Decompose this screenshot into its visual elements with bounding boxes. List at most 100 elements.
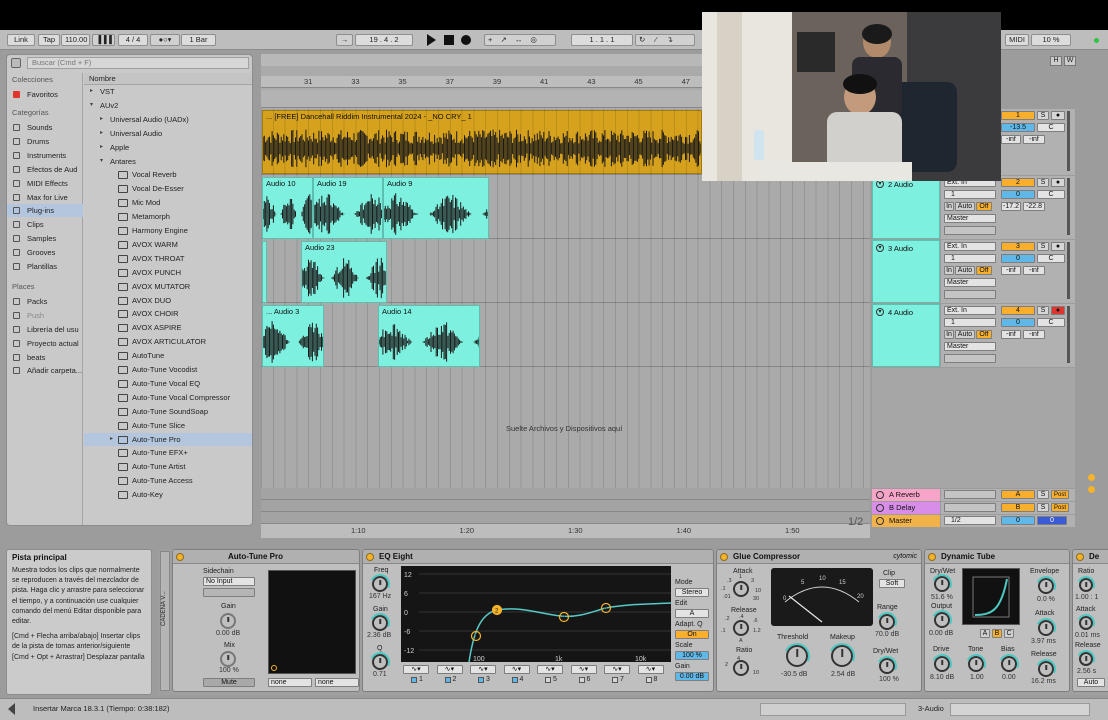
place-item[interactable]: Librería del usu [7, 323, 83, 336]
category-item[interactable]: MIDI Effects [7, 177, 83, 190]
volume-field[interactable]: 0 [1001, 190, 1035, 199]
band-filter-select[interactable]: ∿▾ [537, 665, 563, 674]
device-power-icon[interactable] [928, 553, 936, 561]
return-lane-a[interactable] [261, 488, 870, 500]
drive-knob[interactable] [934, 656, 950, 672]
eq-eight-device[interactable]: EQ Eight Freq 167 Hz Gain 2.36 dB Q 0.71… [362, 549, 714, 692]
browser-item[interactable]: AVOX THROAT [84, 252, 252, 266]
place-item[interactable]: Proyecto actual [7, 337, 83, 350]
browser-item[interactable]: ▸ Universal Audio [84, 127, 252, 141]
output-sub-select[interactable] [944, 226, 996, 235]
place-item[interactable]: Añadir carpeta... [7, 364, 83, 377]
track-header[interactable]: ▾ 3 Audio [872, 240, 940, 303]
audio-clip[interactable]: Audio 14 [378, 305, 480, 367]
expand-arrow-icon[interactable]: ▸ [90, 85, 93, 98]
browser-item[interactable]: Auto-Tune Vocal Compressor [84, 391, 252, 405]
pan-field[interactable]: C [1037, 190, 1065, 199]
sidechain-input-select[interactable]: No Input [203, 577, 255, 586]
next-release-knob[interactable] [1079, 652, 1093, 666]
expand-arrow-icon[interactable]: ▾ [100, 155, 103, 168]
place-item[interactable]: beats [7, 351, 83, 364]
dynamic-tube-device[interactable]: Dynamic Tube Dry/Wet 51.6 % Output 0.00 … [924, 549, 1070, 692]
output-sub-select[interactable] [944, 290, 996, 299]
return-activator-button[interactable]: B [1001, 503, 1035, 512]
return-solo-button[interactable]: S [1037, 490, 1049, 499]
tube-attack-knob[interactable] [1038, 620, 1054, 636]
volume-field[interactable]: 0 [1001, 318, 1035, 327]
monitor-in-button[interactable]: In [944, 202, 954, 211]
solo-button[interactable]: S [1037, 111, 1049, 120]
browser-item[interactable]: ▾ Antares [84, 155, 252, 169]
mix-knob[interactable] [220, 651, 236, 667]
browser-item[interactable]: Mic Mod [84, 196, 252, 210]
nudge-icon[interactable]: ▐▐▐ [92, 34, 115, 46]
browser-item[interactable]: Auto-Tune Slice [84, 419, 252, 433]
input-channel-select[interactable]: 1 [944, 190, 996, 199]
expand-arrow-icon[interactable]: ▸ [110, 433, 113, 446]
volume-field[interactable]: -13.5 [1001, 123, 1035, 132]
browser-toggle-icon[interactable] [11, 58, 21, 68]
monitor-in-button[interactable]: In [944, 330, 954, 339]
search-input[interactable]: Buscar (Cmd + F) [27, 57, 249, 69]
monitor-off-button[interactable]: Off [976, 202, 992, 211]
pan-field[interactable]: C [1037, 123, 1065, 132]
browser-item[interactable]: AVOX PUNCH [84, 266, 252, 280]
output-select[interactable]: Master [944, 342, 996, 351]
category-item[interactable]: Grooves [7, 246, 83, 259]
return-track-header[interactable]: B Delay [872, 502, 940, 514]
return-fold-icon[interactable] [876, 517, 884, 525]
expand-arrow-icon[interactable]: ▸ [100, 141, 103, 154]
category-item[interactable]: Plantillas [7, 260, 83, 273]
audio-clip-fragment[interactable] [262, 241, 267, 303]
band-toggle[interactable] [444, 677, 451, 683]
tube-release-knob[interactable] [1038, 661, 1054, 677]
favorites-item[interactable]: Favoritos [7, 88, 83, 101]
master-volume-field[interactable]: 0 [1001, 516, 1035, 525]
browser-item[interactable]: Auto-Tune Vocodist [84, 363, 252, 377]
return-activator-button[interactable]: A [1001, 490, 1035, 499]
threshold-knob[interactable] [786, 645, 808, 667]
return-track-header[interactable]: Master [872, 515, 940, 527]
gain-knob[interactable] [220, 613, 236, 629]
monitor-auto-button[interactable]: Auto [955, 202, 975, 211]
return-post-button[interactable]: Post [1051, 490, 1069, 499]
expand-arrow-icon[interactable]: ▸ [100, 113, 103, 126]
master-lane[interactable] [261, 512, 870, 524]
freq-knob[interactable] [372, 576, 388, 592]
output-sub-select[interactable] [944, 354, 996, 363]
category-item[interactable]: Sounds [7, 121, 83, 134]
next-ratio-knob[interactable] [1079, 578, 1093, 592]
loop-icons[interactable]: ↻ ⁄ ↴ [635, 34, 695, 46]
pan-field[interactable]: C [1037, 254, 1065, 263]
autotune-select-1[interactable]: none [268, 678, 312, 687]
category-item[interactable]: Max for Live [7, 191, 83, 204]
audio-clip[interactable]: Audio 10 [262, 177, 313, 239]
track-activator-button[interactable]: 4 [1001, 306, 1035, 315]
arm-button[interactable]: ● [1051, 306, 1065, 315]
browser-item[interactable]: AutoTune [84, 349, 252, 363]
metronome-icon[interactable]: ●○▾ [150, 34, 180, 46]
browser-item[interactable]: ▸ VST [84, 85, 252, 99]
band-toggle[interactable] [411, 677, 417, 683]
soft-clip-toggle[interactable]: Soft [879, 579, 905, 588]
sidechain-empty-select[interactable] [203, 588, 255, 597]
browser-item[interactable]: ▸ Apple [84, 141, 252, 155]
return-solo-button[interactable]: S [1037, 503, 1049, 512]
volume-field[interactable]: 0 [1001, 254, 1035, 263]
signature-field[interactable]: 4 / 4 [118, 34, 148, 46]
next-auto-button[interactable]: Auto [1077, 678, 1105, 687]
band-toggle[interactable] [645, 677, 652, 683]
master-pan-field[interactable]: 0 [1037, 516, 1067, 525]
adapt-q-toggle[interactable]: On [675, 630, 709, 639]
tube-output-knob[interactable] [934, 612, 950, 628]
view-switcher[interactable] [950, 703, 1090, 716]
tempo-field[interactable]: 110.00 [61, 34, 90, 46]
output-select[interactable]: Master [944, 278, 996, 287]
solo-button[interactable]: S [1037, 242, 1049, 251]
browser-item[interactable]: AVOX ARTICULATOR [84, 335, 252, 349]
monitor-auto-button[interactable]: Auto [955, 330, 975, 339]
arm-button[interactable]: ● [1051, 178, 1065, 187]
mode-select[interactable]: Stereo [675, 588, 709, 597]
browser-item[interactable]: Metamorph [84, 210, 252, 224]
name-column-header[interactable]: Nombre [84, 73, 252, 85]
